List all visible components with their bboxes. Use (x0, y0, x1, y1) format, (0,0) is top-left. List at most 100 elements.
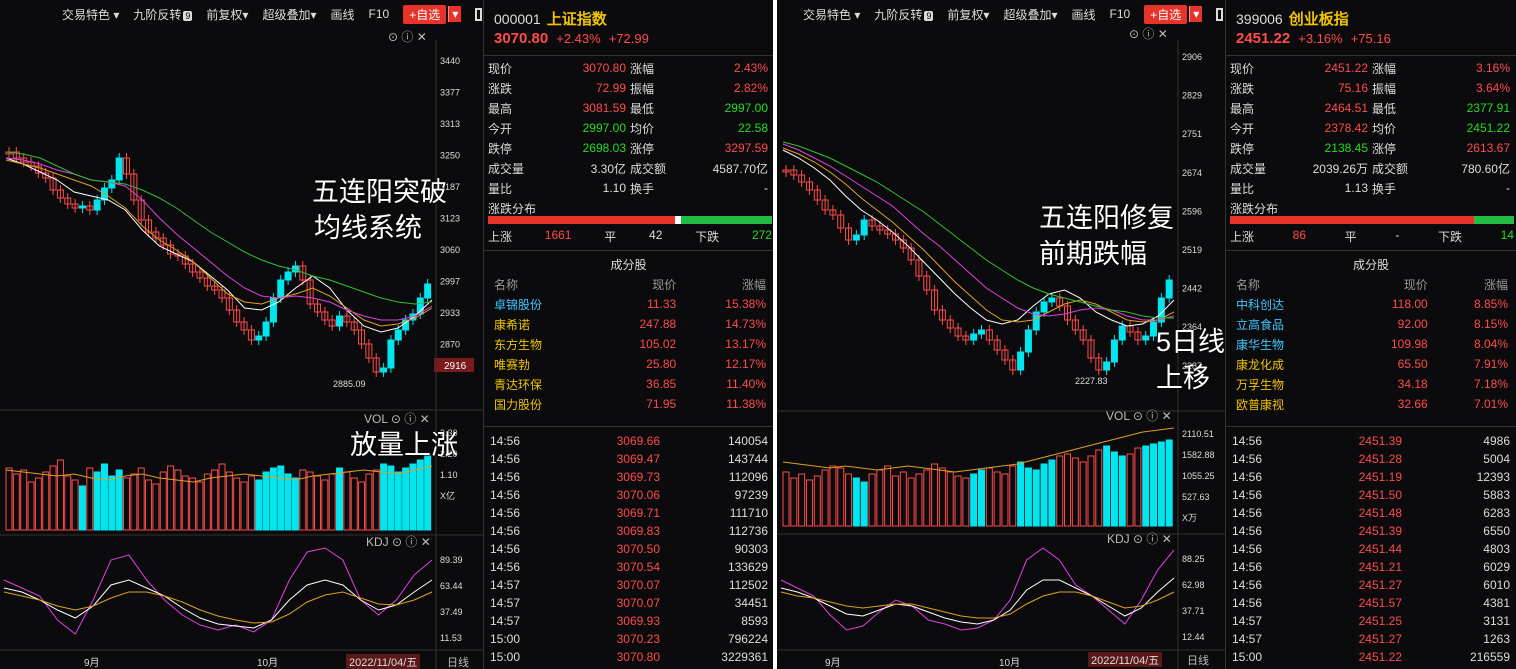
add-watchlist-dropdown-r[interactable]: ▾ (1189, 6, 1203, 22)
tick-row: 14:56 2451.21 6029 (1232, 558, 1510, 576)
kdj-k-line (3, 579, 433, 629)
stat-cell: 1.10 (602, 181, 626, 195)
nine-reversal-menu-r[interactable]: 九阶反转 9 (874, 6, 934, 23)
vol-controls[interactable]: VOL ⊙ ⓘ ✕ (364, 410, 430, 427)
tick-row: 14:56 2451.39 4986 (1232, 432, 1510, 450)
trade-features-menu-r[interactable]: 交易特色 ▾ (803, 6, 860, 23)
component-cell[interactable]: 东方生物 (492, 334, 596, 354)
component-cell[interactable]: 立高食品 (1234, 314, 1344, 334)
component-row[interactable]: 东方生物 105.02 13.17% (492, 334, 768, 354)
stat-cell: 涨跌 (488, 81, 513, 96)
component-row[interactable]: 康华生物 109.98 8.04% (1234, 334, 1510, 354)
vol-axis-tick: 1.10 (440, 470, 458, 480)
forward-adjust-menu-r[interactable]: 前复权▾ (947, 6, 989, 23)
tick-volume: 97239 (734, 488, 768, 502)
volume-bar (321, 479, 329, 531)
tick-row: 14:56 2451.48 6283 (1232, 504, 1510, 522)
trade-features-menu[interactable]: 交易特色 ▾ (62, 6, 119, 23)
add-watchlist-dropdown[interactable]: ▾ (448, 6, 462, 22)
volume-bar (402, 467, 410, 531)
stat-cell: 涨停 (1372, 141, 1397, 156)
volume-bar (123, 477, 131, 531)
tick-row: 14:56 2451.39 6550 (1232, 522, 1510, 540)
volume-bar (970, 473, 978, 527)
component-cell[interactable]: 中科创达 (1234, 294, 1344, 314)
volume-bar (233, 477, 241, 531)
price-axis-tick: 3440 (440, 56, 460, 66)
stat-row: 现价 3070.80 涨幅 2.43% (486, 58, 770, 78)
tick-price: 3070.50 (616, 542, 660, 556)
f10-button[interactable]: F10 (369, 7, 390, 21)
component-row[interactable]: 欧普康视 32.66 7.01% (1234, 394, 1510, 414)
forward-adjust-menu[interactable]: 前复权▾ (206, 6, 248, 23)
tick-volume: 143744 (727, 452, 768, 466)
dist-up: 86 (1292, 228, 1307, 242)
draw-line-button[interactable]: 画线 (331, 6, 355, 23)
component-row[interactable]: 卓锦股份 11.33 15.38% (492, 294, 768, 314)
overlay-menu[interactable]: 超级叠加▾ (262, 6, 316, 23)
tick-volume: 1263 (1483, 632, 1510, 646)
price-axis-tick: 2596 (1182, 206, 1202, 216)
tick-volume: 6010 (1483, 578, 1510, 592)
component-row[interactable]: 国力股份 71.95 11.38% (492, 394, 768, 414)
component-cell[interactable]: 唯赛勃 (492, 354, 596, 374)
volume-bar (868, 473, 876, 527)
f10-button-r[interactable]: F10 (1110, 7, 1131, 21)
price-axis-tick: 2442 (1182, 284, 1202, 294)
stat-row: 涨跌 75.16 振幅 3.64% (1228, 78, 1512, 98)
component-row[interactable]: 康希诺 247.88 14.73% (492, 314, 768, 334)
draw-line-button-r[interactable]: 画线 (1072, 6, 1096, 23)
price-axis-tick: 3377 (440, 88, 460, 98)
component-cell[interactable]: 青达环保 (492, 374, 596, 394)
stat-cell: 2377.91 (1466, 101, 1510, 115)
volume-bar (946, 471, 954, 527)
period-label[interactable]: 日线 (447, 654, 469, 669)
tick-volume: 3131 (1483, 614, 1510, 628)
volume-bar (167, 465, 175, 531)
nine-reversal-menu[interactable]: 九阶反转 9 (133, 6, 193, 23)
vol-controls-r[interactable]: VOL ⊙ ⓘ ✕ (1106, 407, 1172, 424)
stat-cell: 涨停 (630, 141, 655, 156)
divider (1226, 426, 1516, 427)
volume-bar (181, 475, 189, 531)
price-axis-tick: 2870 (440, 340, 460, 350)
vol-axis-tick: X万 (1182, 513, 1197, 523)
component-cell[interactable]: 万孚生物 (1234, 374, 1344, 394)
component-cell: 13.17% (725, 337, 766, 351)
kdj-axis-tick: 37.71 (1182, 606, 1205, 616)
divider (484, 55, 773, 56)
component-cell[interactable]: 国力股份 (492, 394, 596, 414)
stat-cell: 2.43% (733, 61, 768, 75)
component-cell[interactable]: 康希诺 (492, 314, 596, 334)
left-panel: 交易特色 ▾ 九阶反转 9 前复权▾ 超级叠加▾ 画线 F10 +自选 ▾ ⊙ ⓘ… (0, 0, 773, 669)
component-cell[interactable]: 康龙化成 (1234, 354, 1344, 374)
component-cell[interactable]: 康华生物 (1234, 334, 1344, 354)
component-row[interactable]: 中科创达 118.00 8.85% (1234, 294, 1510, 314)
component-row[interactable]: 立高食品 92.00 8.15% (1234, 314, 1510, 334)
overlay-menu-r[interactable]: 超级叠加▾ (1003, 6, 1057, 23)
stat-cell: 3.64% (1475, 81, 1510, 95)
dist-bar-up (1230, 216, 1475, 224)
candle (255, 335, 263, 341)
component-row[interactable]: 康龙化成 65.50 7.91% (1234, 354, 1510, 374)
component-row[interactable]: 万孚生物 34.18 7.18% (1234, 374, 1510, 394)
volume-bar (313, 475, 321, 531)
kdj-controls[interactable]: KDJ ⊙ ⓘ ✕ (366, 533, 431, 550)
tick-price: 2451.57 (1358, 596, 1402, 610)
kline-chart[interactable]: 3440337733133250318731233060299729332870… (0, 40, 483, 669)
volume-bar (985, 467, 993, 527)
add-watchlist-button[interactable]: +自选 (403, 4, 447, 24)
layout-toggle-icon[interactable] (475, 7, 482, 21)
component-row[interactable]: 青达环保 36.85 11.40% (492, 374, 768, 394)
candle (1103, 361, 1111, 371)
component-cell[interactable]: 欧普康视 (1234, 394, 1344, 414)
kdj-controls-r[interactable]: KDJ ⊙ ⓘ ✕ (1107, 530, 1172, 547)
period-label-r[interactable]: 日线 (1187, 652, 1209, 668)
component-row[interactable]: 唯赛勃 25.80 12.17% (492, 354, 768, 374)
tick-row: 14:56 3069.47 143744 (490, 450, 768, 468)
add-watchlist-button-r[interactable]: +自选 (1144, 4, 1188, 24)
layout-toggle-icon-r[interactable] (1216, 7, 1223, 21)
component-cell[interactable]: 卓锦股份 (492, 294, 596, 314)
tick-volume: 112502 (728, 578, 768, 592)
stat-cell: 最高 (1230, 101, 1255, 116)
